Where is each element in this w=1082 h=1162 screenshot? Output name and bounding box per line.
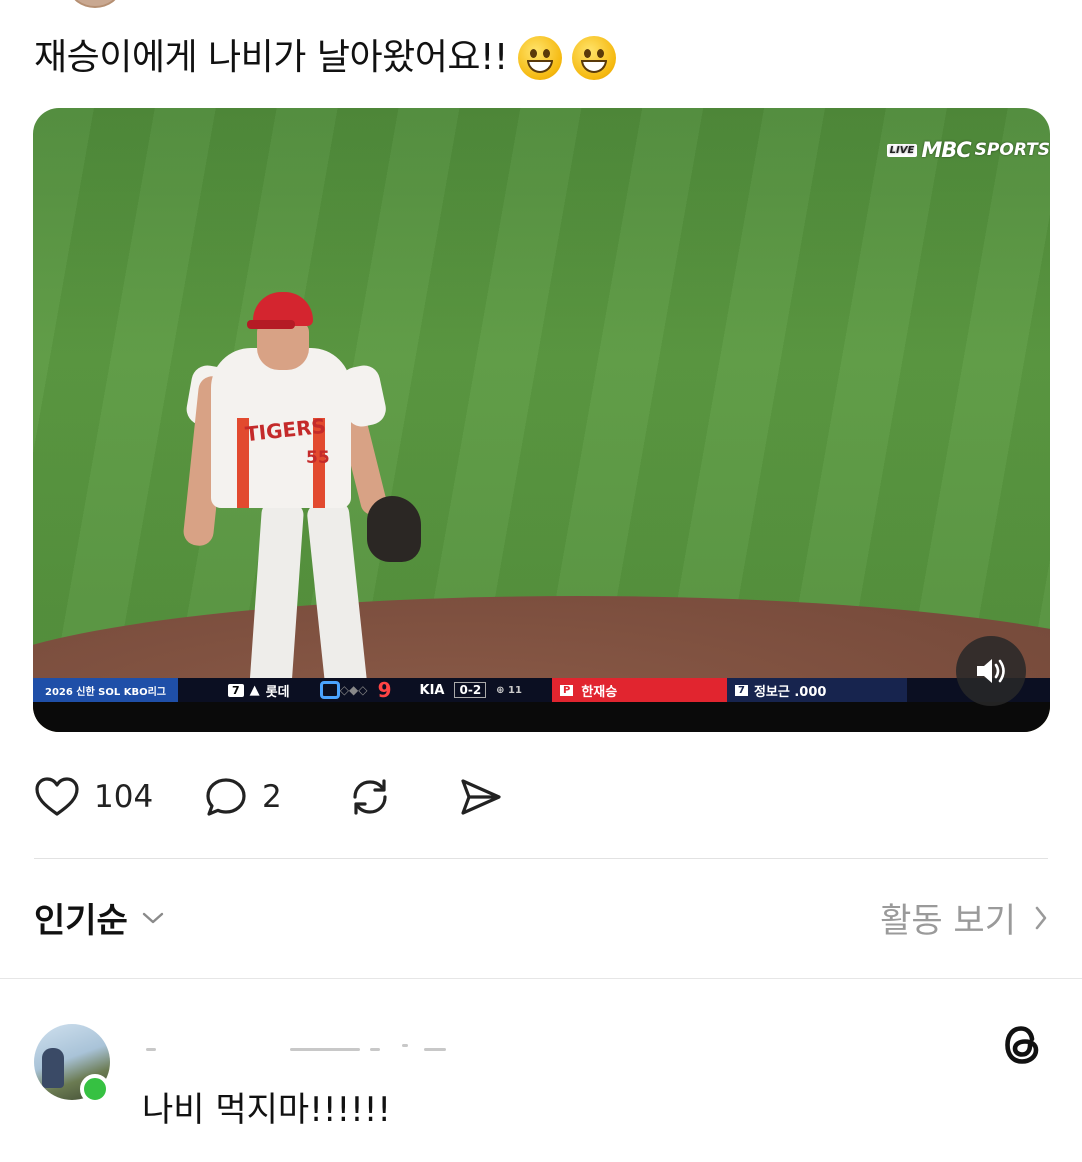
post-actions: 104 2 [34, 770, 504, 824]
view-activity-label: 활동 보기 [880, 901, 1016, 941]
live-badge: LIVE [886, 143, 918, 157]
post-text: 재승이에게 나비가 날아왔어요!! [34, 32, 616, 84]
repost-button[interactable] [346, 775, 394, 819]
inning-arrow-icon: ▲ [249, 682, 260, 698]
ball-strike-count: 0-2 [454, 682, 487, 698]
sort-dropdown[interactable]: 인기순 [34, 893, 164, 942]
inning-number: 7 [228, 683, 244, 697]
pitcher-name: P 한재승 [551, 678, 727, 702]
bases-diamond-icon: ◇◆◇ [339, 683, 368, 697]
prev-post-avatar[interactable] [70, 0, 120, 8]
like-button[interactable]: 104 [34, 776, 204, 818]
broadcaster-suffix: SPORTS [974, 140, 1050, 160]
speaker-icon [977, 659, 1005, 683]
home-score: 9 [377, 678, 392, 702]
divider [34, 858, 1048, 859]
jersey-number: 55 [306, 448, 330, 468]
inning-indicator: 7 ▲ 롯데 [228, 681, 290, 700]
batter-order: 7 [734, 684, 748, 696]
online-status-dot [80, 1074, 110, 1104]
batter-name: 7 정보근 .000 [726, 678, 907, 702]
share-button[interactable] [458, 776, 504, 818]
comment-button[interactable]: 2 [204, 776, 322, 818]
batter-name-text: 정보근 .000 [753, 684, 827, 700]
away-team: 롯데 [265, 684, 290, 700]
post-text-content: 재승이에게 나비가 날아왔어요!! [34, 37, 508, 78]
view-activity-link[interactable]: 활동 보기 [880, 893, 1048, 942]
grinning-face-icon [571, 36, 616, 80]
sort-label: 인기순 [34, 901, 128, 941]
jersey: TIGERS 55 [211, 348, 351, 508]
threads-logo-icon[interactable] [998, 1020, 1048, 1070]
comment-bubble-icon [206, 778, 246, 816]
redacted-username [140, 1044, 446, 1058]
baseball-glove [367, 496, 421, 562]
heart-icon [35, 777, 79, 816]
grinning-face-icon [517, 36, 562, 80]
comment-count: 2 [262, 779, 282, 815]
home-team: KIA [419, 682, 445, 698]
video-player[interactable]: LIVE MBC SPORTS TIGERS 55 2026 신한 SOL KB… [33, 108, 1050, 732]
pitch-count: ⊕ 11 [496, 684, 522, 696]
section-divider [0, 978, 1082, 979]
chevron-down-icon [142, 912, 164, 923]
pitcher-name-text: 한재승 [581, 684, 618, 700]
video-bottom-bar [33, 702, 1050, 732]
volume-button[interactable] [956, 636, 1026, 706]
broadcaster-name: MBC [921, 138, 971, 162]
league-label: 2026 신한 SOL KBO리그 [33, 678, 178, 702]
scoreboard: 2026 신한 SOL KBO리그 7 ▲ 롯데 0 ◇◆◇ 9 KIA 0-2… [33, 678, 1050, 702]
repost-icon [353, 779, 387, 815]
pitcher-figure: TIGERS 55 [182, 286, 443, 732]
broadcaster-logo: LIVE MBC SPORTS [886, 138, 1050, 162]
reply-text: 나비 먹지마!!!!!! [142, 1090, 391, 1130]
pitcher-badge: P [559, 684, 574, 696]
chevron-right-icon [1035, 906, 1047, 929]
like-count: 104 [94, 779, 154, 815]
send-icon [461, 779, 501, 815]
